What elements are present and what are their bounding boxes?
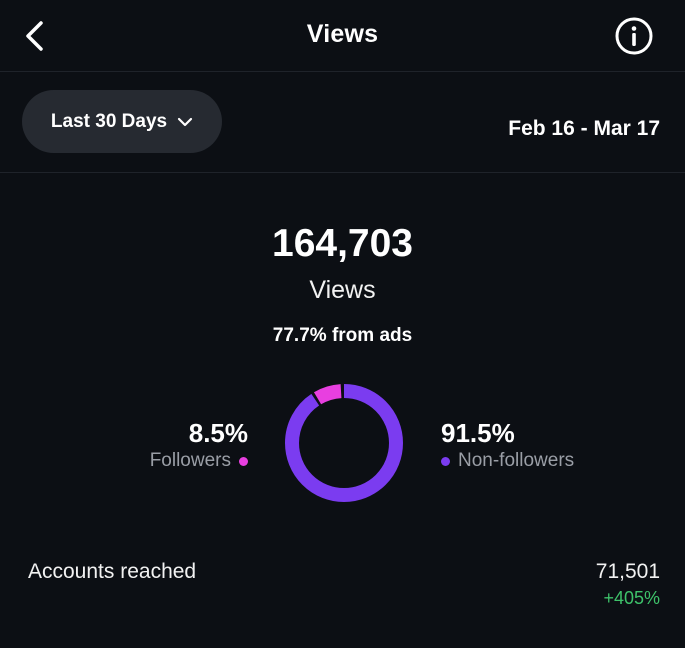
accounts-reached-value: 71,501 [595, 560, 660, 583]
non-followers-label: Non-followers [458, 450, 575, 471]
accounts-reached-row[interactable]: Accounts reached 71,501 +405% [28, 560, 660, 610]
accounts-reached-label: Accounts reached [28, 560, 197, 583]
followers-percent: 8.5% [188, 418, 248, 448]
date-range-dropdown-label: Last 30 Days [50, 110, 168, 132]
total-views-value: 164,703 [272, 222, 413, 265]
ads-share-note: 77.7% from ads [272, 325, 413, 346]
followers-stat: 8.5% Followers [150, 418, 248, 472]
donut-segment-non-followers [285, 384, 403, 502]
followers-label: Followers [149, 450, 231, 471]
info-icon [615, 17, 653, 55]
accounts-reached-change: +405% [603, 588, 660, 608]
non-followers-percent: 91.5% [441, 418, 515, 448]
non-followers-stat: 91.5% Non-followers [441, 418, 574, 472]
date-range-dropdown[interactable]: Last 30 Days [22, 90, 222, 153]
audience-donut-chart [285, 384, 403, 502]
followers-legend: Followers [150, 450, 248, 472]
date-range-text: Feb 16 - Mar 17 [508, 117, 660, 140]
top-bar: Views [0, 0, 685, 72]
non-followers-legend: Non-followers [441, 450, 574, 472]
views-label: Views [309, 276, 376, 304]
non-followers-dot [441, 456, 450, 466]
followers-dot [239, 456, 248, 466]
filter-row: Last 30 Days Feb 16 - Mar 17 [0, 72, 685, 173]
info-button[interactable] [613, 15, 655, 57]
page-title: Views [306, 20, 379, 48]
chevron-down-icon [177, 117, 193, 126]
